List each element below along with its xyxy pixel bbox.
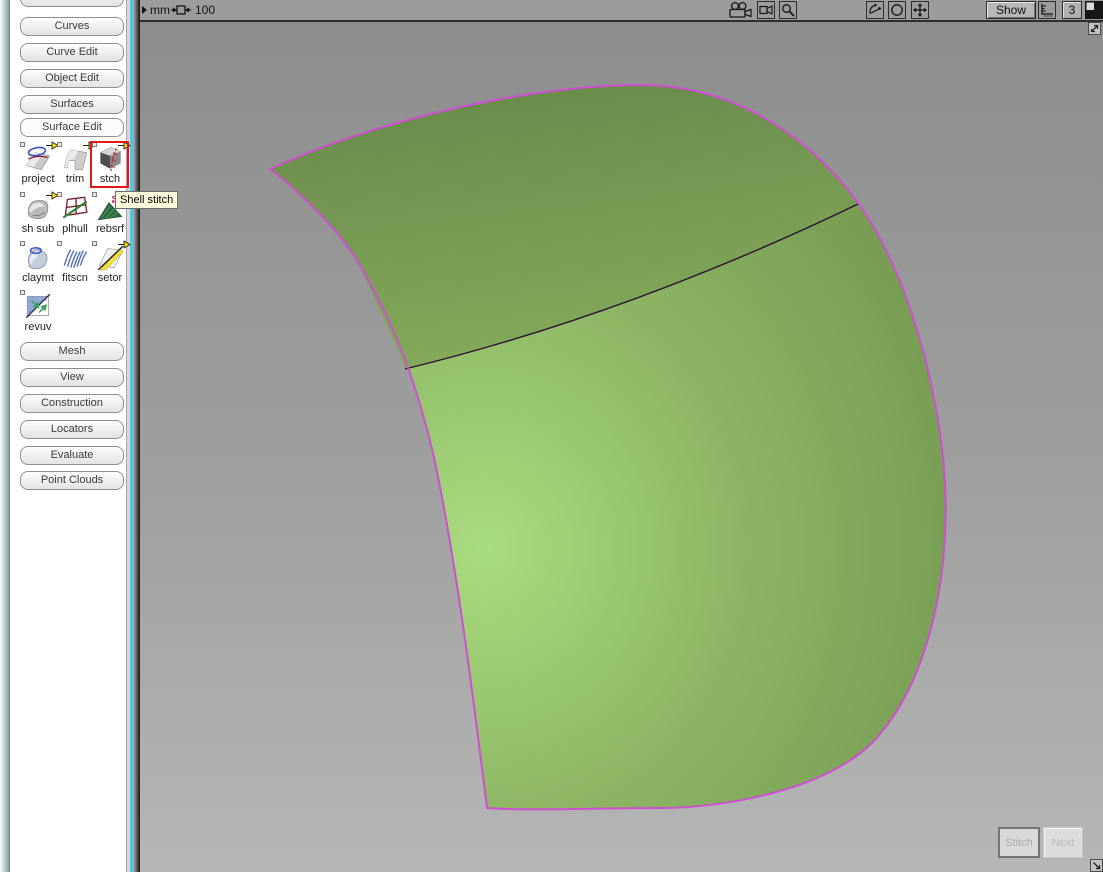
grid-size-value: 100: [195, 3, 215, 17]
palette-tab-locators[interactable]: Locators: [20, 420, 124, 439]
viewport[interactable]: Stitch Next: [140, 20, 1103, 872]
ruler-button[interactable]: [1038, 1, 1056, 19]
camera-view-button[interactable]: [757, 1, 775, 19]
palette-tab-curve-edit[interactable]: Curve Edit: [20, 43, 124, 62]
layout-button[interactable]: [1085, 1, 1103, 19]
tool-plhull[interactable]: plhull: [57, 192, 93, 239]
tool-label: revuv: [20, 321, 56, 334]
resize-corner-top[interactable]: [1088, 22, 1101, 35]
tumble-icon: [868, 3, 882, 17]
tool-sh-sub[interactable]: sh sub: [20, 192, 56, 239]
tumble-view-button[interactable]: [866, 1, 884, 19]
palette-tab-surfaces[interactable]: Surfaces: [20, 95, 124, 114]
green-surface[interactable]: [270, 85, 946, 809]
tooltip-text: Shell stitch: [120, 194, 173, 206]
tool-label: trim: [57, 173, 93, 186]
palette-tab-evaluate[interactable]: Evaluate: [20, 446, 124, 465]
window-layout-icon: [1085, 1, 1103, 19]
units-label: mm: [150, 3, 170, 17]
tool-revuv[interactable]: revuv: [20, 290, 56, 337]
ruler-icon: [1040, 3, 1054, 17]
viewport-edge-shadow: [133, 0, 140, 872]
grid-size-control[interactable]: 100: [170, 1, 215, 19]
option-box-icon[interactable]: [57, 241, 62, 246]
tool-fitscn[interactable]: fitscn: [57, 241, 93, 288]
tool-label: claymt: [20, 272, 56, 285]
palette-section-surface-edit[interactable]: Surface Edit: [20, 118, 124, 137]
hull-tool-icon: [60, 193, 90, 223]
selected-tool-highlight: [90, 141, 129, 188]
option-box-icon[interactable]: [20, 290, 25, 295]
clay-model-tool-icon: [23, 242, 53, 272]
tool-label: rebsrf: [92, 223, 128, 236]
palette-tab-object-edit[interactable]: Object Edit: [20, 69, 124, 88]
option-arrow-icon: [117, 239, 131, 250]
next-button[interactable]: Next: [1043, 827, 1083, 858]
palette-grab-strip[interactable]: [0, 0, 10, 872]
tool-label: project: [20, 173, 56, 186]
tool-label: sh sub: [20, 223, 56, 236]
render-camera-button[interactable]: [728, 1, 754, 19]
units-arrow-icon: [142, 6, 147, 14]
units-control[interactable]: mm: [142, 1, 170, 19]
pan-arrows-icon: [913, 3, 927, 17]
palette-tab-point-clouds[interactable]: Point Clouds: [20, 471, 124, 490]
movie-camera-icon: [728, 1, 754, 19]
tool-label: fitscn: [57, 272, 93, 285]
palette-tab-view[interactable]: View: [20, 368, 124, 387]
tool-project[interactable]: project: [20, 142, 56, 189]
shaded-surface-canvas: [140, 22, 1103, 872]
option-box-icon[interactable]: [92, 192, 97, 197]
stitch-button[interactable]: Stitch: [998, 827, 1040, 858]
top-toolbar: mm 100: [140, 0, 1103, 20]
option-box-icon[interactable]: [92, 241, 97, 246]
palette-tab-construction[interactable]: Construction: [20, 394, 124, 413]
magnifier-icon: [781, 3, 795, 17]
tooltip: Shell stitch: [115, 191, 178, 209]
reverse-uv-tool-icon: [23, 291, 53, 321]
tool-trim[interactable]: trim: [57, 142, 93, 189]
grid-size-icon: [170, 3, 192, 17]
option-box-icon[interactable]: [20, 192, 25, 197]
resize-corner-bottom[interactable]: [1090, 859, 1103, 872]
look-at-circle-icon: [890, 3, 904, 17]
tool-palette: Paint Curves Curve Edit Object Edit Surf…: [0, 0, 140, 872]
option-box-icon[interactable]: [20, 142, 25, 147]
fit-scan-tool-icon: [60, 242, 90, 272]
palette-tab-mesh[interactable]: Mesh: [20, 342, 124, 361]
option-box-icon[interactable]: [20, 241, 25, 246]
option-box-icon[interactable]: [57, 142, 62, 147]
show-button[interactable]: Show: [986, 1, 1036, 19]
tool-claymt[interactable]: claymt: [20, 241, 56, 288]
window-count-button[interactable]: 3: [1062, 1, 1082, 19]
palette-tab-curves[interactable]: Curves: [20, 17, 124, 36]
zoom-tool-button[interactable]: [779, 1, 797, 19]
tool-label: plhull: [57, 223, 93, 236]
tool-label: setor: [92, 272, 128, 285]
tool-setor[interactable]: setor: [92, 241, 128, 288]
look-at-button[interactable]: [888, 1, 906, 19]
video-camera-icon: [759, 4, 774, 16]
app-window: mm 100: [0, 0, 1103, 872]
pan-view-button[interactable]: [911, 1, 929, 19]
option-box-icon[interactable]: [57, 192, 62, 197]
palette-tab-paint[interactable]: Paint: [20, 0, 124, 7]
